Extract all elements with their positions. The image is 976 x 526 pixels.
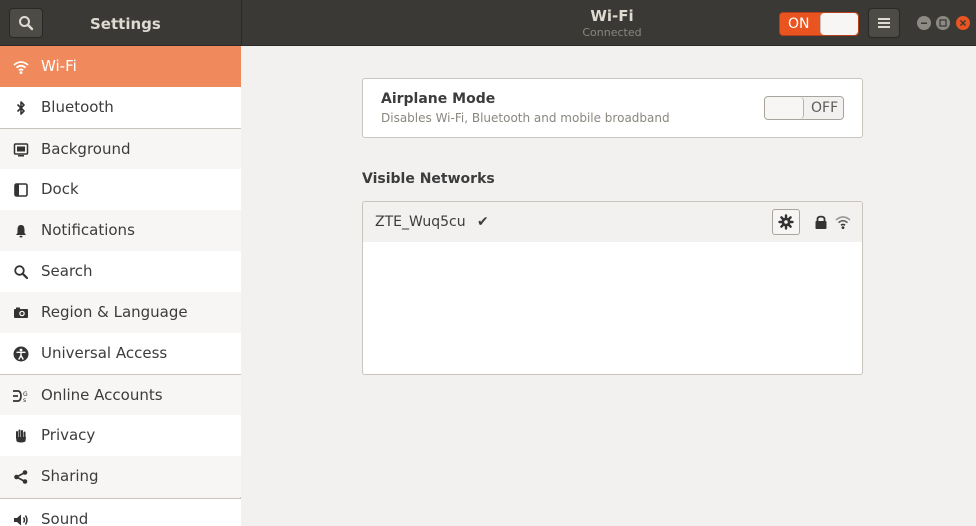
sidebar-item-label: Online Accounts (41, 386, 163, 404)
sidebar-item-label: Notifications (41, 221, 135, 239)
maximize-icon (939, 19, 947, 27)
gear-icon (778, 214, 794, 230)
bluetooth-icon (12, 99, 29, 116)
wifi-toggle-knob (820, 13, 858, 35)
sidebar-item-search[interactable]: Search (0, 251, 241, 292)
sidebar-item-label: Bluetooth (41, 98, 114, 116)
camera-icon (12, 304, 29, 321)
svg-text:s: s (23, 397, 26, 404)
sidebar-item-bluetooth[interactable]: Bluetooth (0, 87, 241, 128)
search-icon (12, 263, 29, 280)
airplane-mode-description: Disables Wi-Fi, Bluetooth and mobile bro… (381, 111, 670, 125)
sidebar-item-sound[interactable]: Sound (0, 498, 241, 526)
sidebar-item-label: Sound (41, 510, 89, 526)
wifi-signal-icon (835, 216, 851, 229)
airplane-mode-toggle-knob (765, 97, 804, 119)
maximize-button[interactable] (936, 16, 950, 30)
background-icon (12, 141, 29, 158)
airplane-mode-toggle[interactable]: OFF (764, 96, 844, 120)
network-list: ZTE_Wuq5cu ✔ (362, 201, 863, 375)
sidebar-item-label: Sharing (41, 467, 99, 485)
sidebar-item-privacy[interactable]: Privacy (0, 415, 241, 456)
hand-icon (12, 427, 29, 444)
visible-networks-title: Visible Networks (362, 171, 495, 187)
connected-check-icon: ✔ (477, 214, 489, 230)
sidebar-item-label: Region & Language (41, 303, 188, 321)
wifi-toggle[interactable]: ON (779, 12, 859, 36)
sidebar-item-label: Universal Access (41, 344, 168, 362)
close-button[interactable] (956, 16, 970, 30)
sidebar-item-label: Background (41, 140, 131, 158)
share-icon (12, 468, 29, 485)
sidebar-item-notifications[interactable]: Notifications (0, 210, 241, 251)
sidebar-item-region-language[interactable]: Region & Language (0, 292, 241, 333)
sidebar: Wi-Fi Bluetooth Background Dock Notifica… (0, 46, 241, 526)
sidebar-item-background[interactable]: Background (0, 128, 241, 169)
sidebar-item-label: Wi-Fi (41, 57, 77, 75)
airplane-mode-title: Airplane Mode (381, 91, 496, 107)
airplane-mode-card: Airplane Mode Disables Wi-Fi, Bluetooth … (362, 78, 863, 138)
sidebar-item-universal-access[interactable]: Universal Access (0, 333, 241, 374)
network-name: ZTE_Wuq5cu (375, 214, 466, 230)
menu-button[interactable] (868, 8, 900, 38)
minimize-icon (921, 22, 927, 24)
accessibility-icon (12, 345, 29, 362)
airplane-mode-toggle-label: OFF (811, 100, 839, 116)
header-bar: Settings Wi-Fi Connected ON (0, 0, 976, 46)
sidebar-item-wifi[interactable]: Wi-Fi (0, 46, 241, 87)
close-icon (959, 19, 967, 27)
sidebar-item-label: Privacy (41, 426, 96, 444)
minimize-button[interactable] (917, 16, 931, 30)
hamburger-icon (878, 18, 890, 28)
sidebar-item-sharing[interactable]: Sharing (0, 456, 241, 497)
network-row[interactable]: ZTE_Wuq5cu ✔ (363, 202, 862, 242)
sidebar-item-online-accounts[interactable]: G s Online Accounts (0, 374, 241, 415)
sidebar-item-label: Search (41, 262, 93, 280)
wifi-icon (12, 58, 29, 75)
lock-icon (815, 215, 827, 229)
wifi-toggle-label: ON (788, 16, 810, 32)
bell-icon (12, 222, 29, 239)
dock-icon (12, 181, 29, 198)
sidebar-item-dock[interactable]: Dock (0, 169, 241, 210)
speaker-icon (12, 511, 29, 526)
sidebar-item-label: Dock (41, 180, 79, 198)
online-accounts-icon: G s (12, 387, 29, 404)
network-settings-button[interactable] (772, 209, 800, 235)
settings-window: Settings Wi-Fi Connected ON Wi-Fi Blueto… (0, 0, 976, 526)
